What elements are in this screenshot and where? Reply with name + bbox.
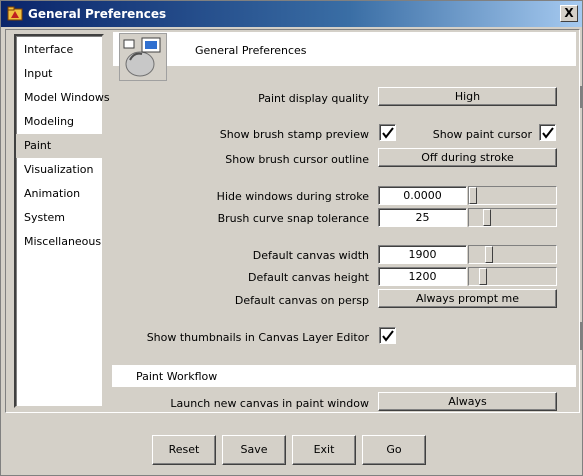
canvas-persp-dropdown[interactable]: Always prompt me [378, 289, 557, 308]
cursor-outline-label: Show brush cursor outline [225, 153, 369, 166]
cursor-outline-dropdown[interactable]: Off during stroke [378, 148, 557, 167]
canvas-height-field[interactable]: 1200 [378, 267, 467, 286]
general-preferences-icon [119, 33, 167, 81]
app-icon [7, 6, 23, 22]
canvas-width-field[interactable]: 1900 [378, 245, 467, 264]
sidebar-item-paint[interactable]: Paint [16, 134, 102, 158]
sidebar-item-system[interactable]: System [16, 206, 102, 230]
hide-windows-field[interactable]: 0.0000 [378, 186, 467, 205]
launch-canvas-label: Launch new canvas in paint window [170, 397, 369, 410]
sidebar-item-visualization[interactable]: Visualization [16, 158, 102, 182]
display-quality-label: Paint display quality [258, 92, 369, 105]
page-title: General Preferences [195, 44, 307, 57]
close-icon: X [564, 6, 574, 20]
close-button[interactable]: X [560, 5, 578, 22]
snap-tolerance-slider[interactable] [468, 208, 557, 227]
exit-button[interactable]: Exit [292, 435, 356, 465]
slider-thumb[interactable] [483, 209, 491, 226]
reset-button[interactable]: Reset [152, 435, 216, 465]
checkmark-icon [542, 127, 554, 139]
snap-tolerance-field[interactable]: 25 [378, 208, 467, 227]
canvas-persp-label: Default canvas on persp [234, 294, 369, 307]
brush-stamp-checkbox[interactable] [379, 124, 396, 141]
checkmark-icon [382, 127, 394, 139]
paint-cursor-label: Show paint cursor [432, 128, 532, 141]
display-quality-dropdown[interactable]: High [378, 87, 557, 106]
launch-canvas-dropdown[interactable]: Always [378, 392, 557, 411]
canvas-height-label: Default canvas height [248, 271, 369, 284]
category-list[interactable]: Interface Input Model Windows Modeling P… [14, 34, 110, 408]
scroll-indicator [580, 322, 582, 350]
checkmark-icon [382, 330, 394, 342]
title-bar[interactable]: General Preferences X [1, 1, 582, 27]
slider-thumb[interactable] [485, 246, 493, 263]
sidebar-item-interface[interactable]: Interface [16, 38, 102, 62]
sidebar-item-animation[interactable]: Animation [16, 182, 102, 206]
slider-thumb[interactable] [479, 268, 487, 285]
save-button[interactable]: Save [222, 435, 286, 465]
sidebar-item-input[interactable]: Input [16, 62, 102, 86]
settings-panel: General Preferences Paint display qualit… [109, 30, 582, 412]
go-button[interactable]: Go [362, 435, 426, 465]
scroll-indicator [580, 86, 582, 108]
paint-cursor-checkbox[interactable] [539, 124, 556, 141]
snap-tolerance-label: Brush curve snap tolerance [217, 212, 369, 225]
sidebar-item-model-windows[interactable]: Model Windows [16, 86, 110, 110]
section-title: Paint Workflow [136, 370, 218, 383]
canvas-width-label: Default canvas width [252, 249, 369, 262]
sidebar-item-modeling[interactable]: Modeling [16, 110, 102, 134]
thumbnails-label: Show thumbnails in Canvas Layer Editor [146, 331, 369, 344]
dialog-footer: Reset Save Exit Go [5, 417, 580, 473]
hide-windows-slider[interactable] [468, 186, 557, 205]
section-header: Paint Workflow [112, 365, 576, 387]
sidebar-item-miscellaneous[interactable]: Miscellaneous [16, 230, 102, 254]
brush-stamp-label: Show brush stamp preview [219, 128, 369, 141]
slider-thumb[interactable] [469, 187, 477, 204]
canvas-width-slider[interactable] [468, 245, 557, 264]
canvas-height-slider[interactable] [468, 267, 557, 286]
hide-windows-label: Hide windows during stroke [216, 190, 369, 203]
window-title: General Preferences [28, 7, 167, 21]
thumbnails-checkbox[interactable] [379, 327, 396, 344]
panel-header: General Preferences [113, 32, 576, 81]
preferences-body: Interface Input Model Windows Modeling P… [5, 29, 582, 413]
preferences-window: General Preferences X Interface Input Mo… [0, 0, 583, 476]
